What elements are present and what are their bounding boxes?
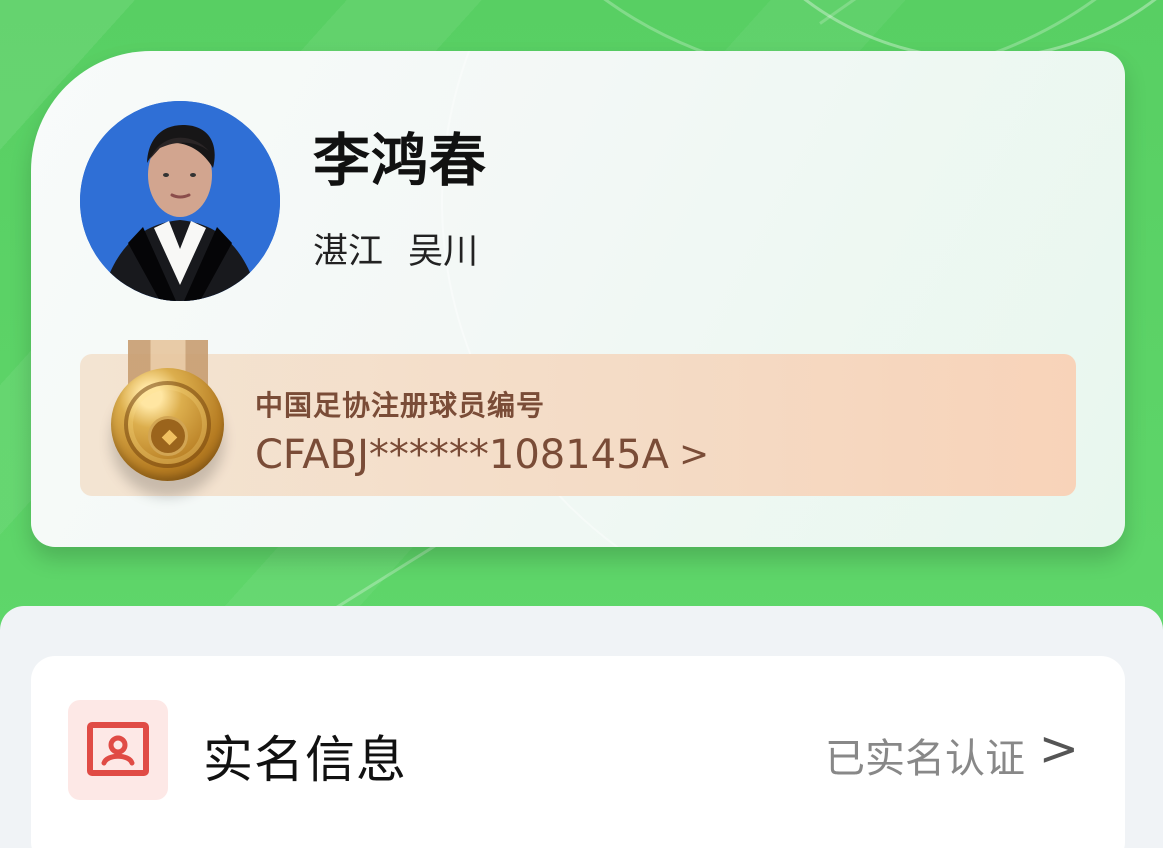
- chevron-right-icon[interactable]: >: [1039, 721, 1079, 777]
- avatar: [80, 101, 280, 301]
- realname-title: 实名信息: [203, 731, 407, 789]
- identity-info-card: 实名信息 已实名认证 >: [31, 656, 1125, 848]
- player-profile-screen: 李鸿春 湛江 吴川 中国足协注册球员编号 CFABJ******108145A >: [0, 0, 1163, 848]
- player-location: 湛江 吴川: [313, 235, 478, 270]
- person-avatar-icon: [80, 101, 280, 301]
- field-decoration-line: [819, 0, 1163, 25]
- medal-icon: [111, 368, 224, 481]
- district-name: 吴川: [408, 232, 479, 272]
- id-card-icon: [68, 700, 168, 800]
- player-profile-card: 李鸿春 湛江 吴川 中国足协注册球员编号 CFABJ******108145A >: [31, 51, 1125, 547]
- registration-number-value: CFABJ******108145A: [255, 432, 669, 478]
- registration-number-panel[interactable]: 中国足协注册球员编号 CFABJ******108145A >: [80, 340, 1076, 496]
- city-name: 湛江: [313, 232, 384, 272]
- registration-number[interactable]: CFABJ******108145A >: [255, 432, 709, 478]
- football-icon: [148, 416, 188, 456]
- chevron-right-icon: >: [678, 434, 710, 475]
- realname-info-row[interactable]: 实名信息 已实名认证 >: [31, 656, 1125, 846]
- realname-status: 已实名认证: [825, 736, 1025, 782]
- player-name: 李鸿春: [313, 128, 487, 194]
- registration-label: 中国足协注册球员编号: [255, 389, 546, 422]
